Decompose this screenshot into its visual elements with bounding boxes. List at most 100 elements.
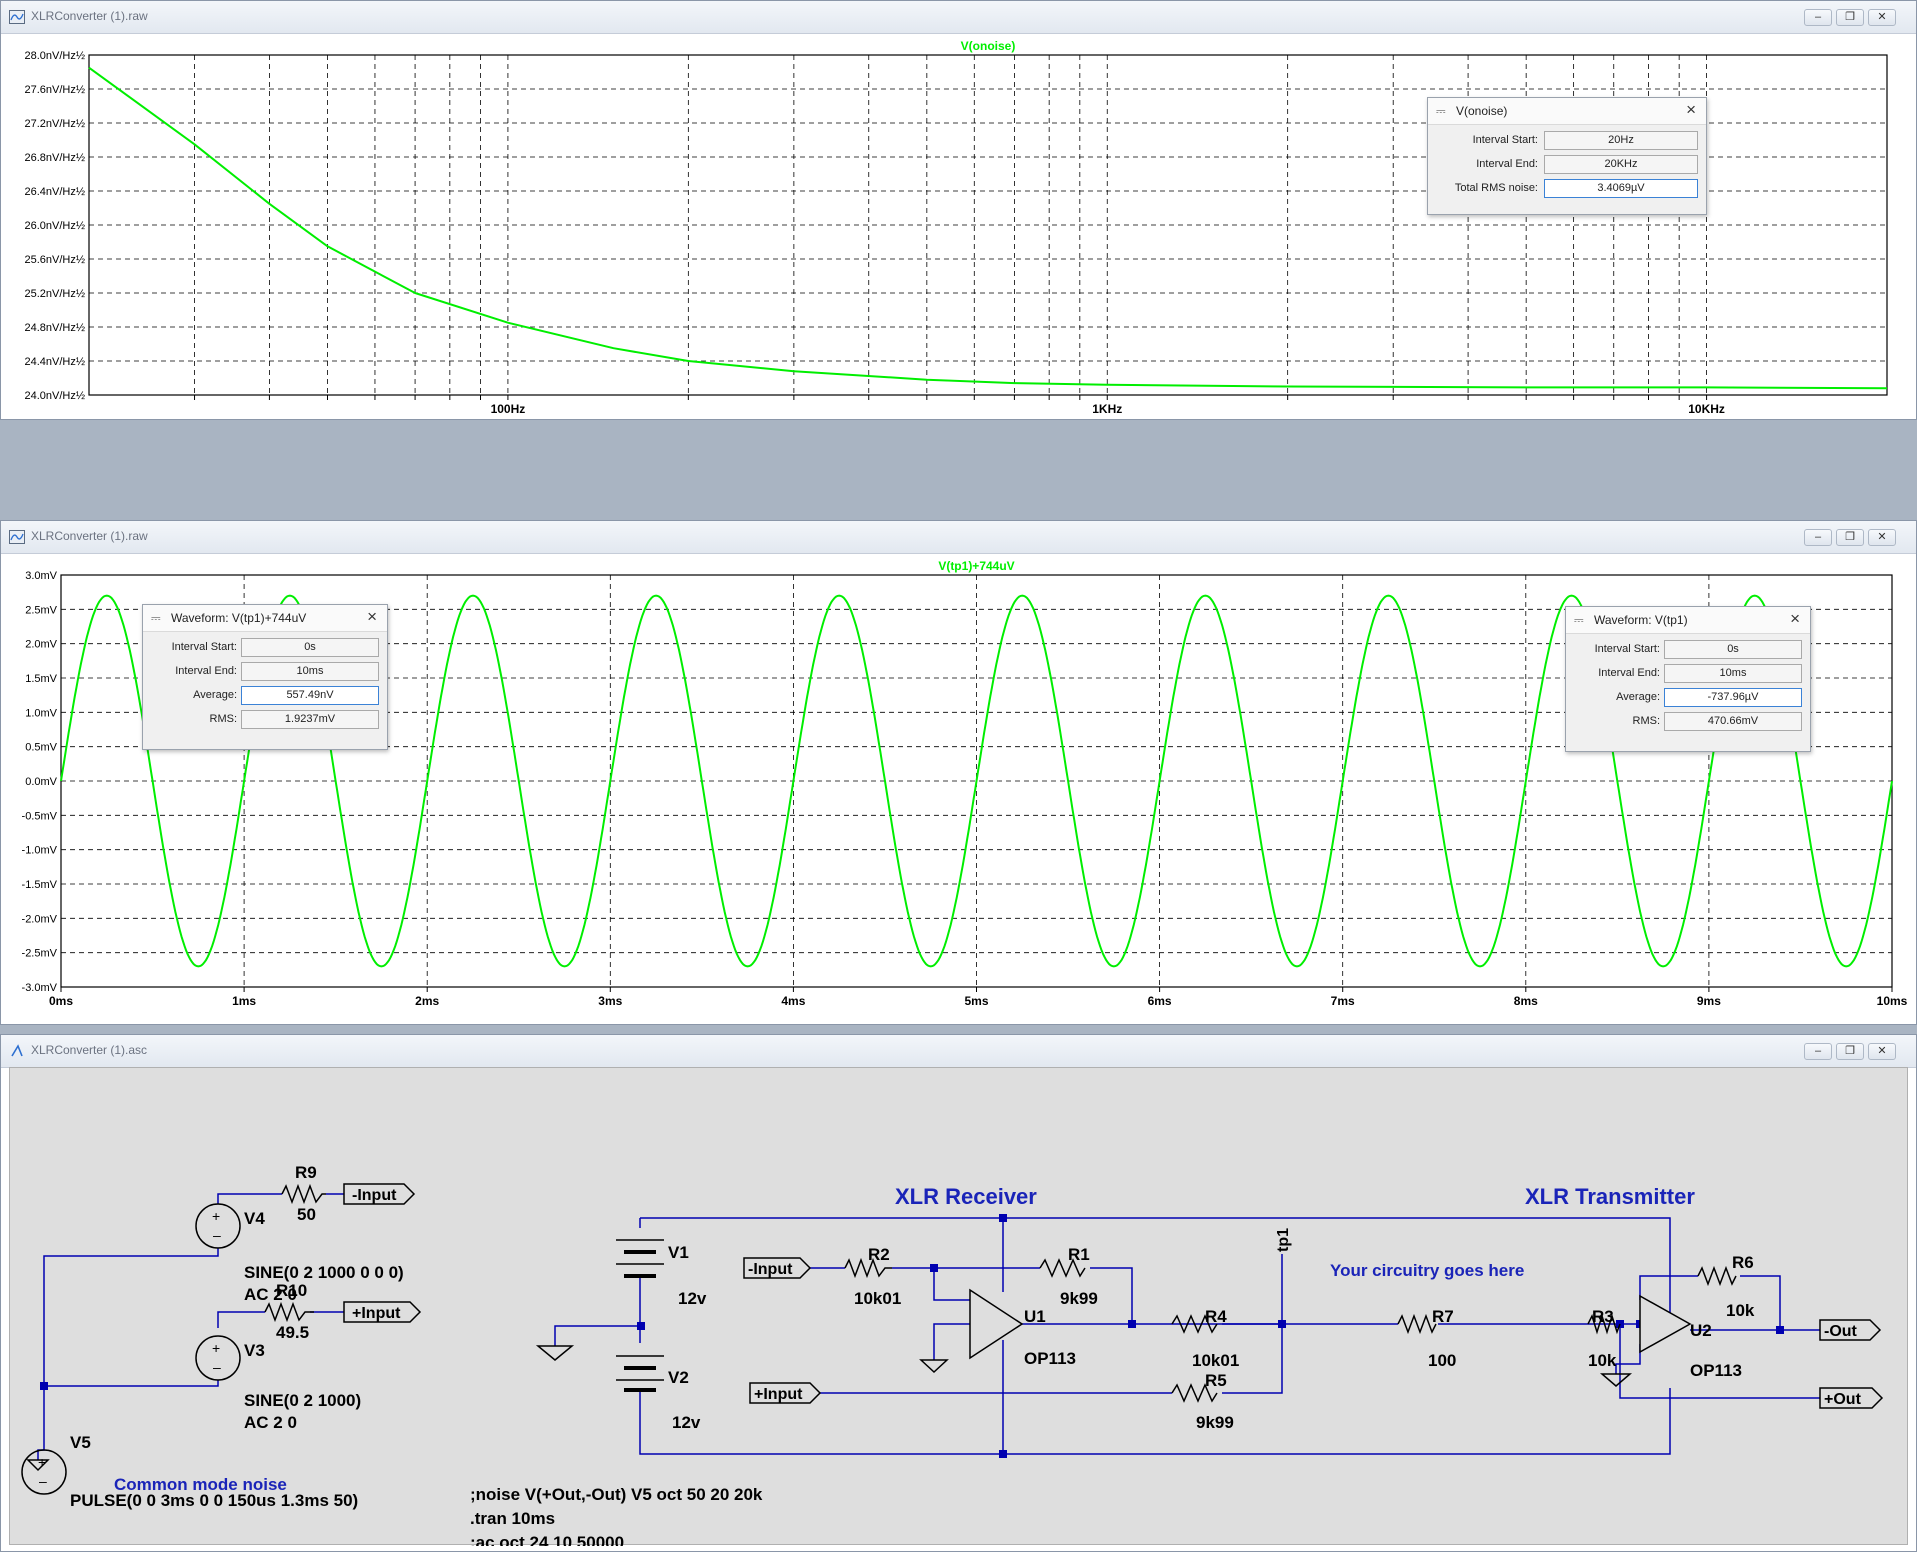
- rms-field[interactable]: 1.9237mV: [241, 710, 379, 729]
- interval-end-field[interactable]: 10ms: [1664, 664, 1802, 683]
- r7-value: 100: [1428, 1351, 1456, 1370]
- row-label: Interval Start:: [1594, 643, 1660, 655]
- noise-plot-area[interactable]: 28.0nV/Hz½ 27.6nV/Hz½ 27.2nV/Hz½ 26.8nV/Hz½…: [9, 33, 1909, 417]
- plus-input-label: +Input: [754, 1386, 803, 1403]
- r5-ref: R5: [1205, 1371, 1227, 1390]
- dialog-title: V(onoise): [1456, 104, 1508, 118]
- total-rms-noise-field[interactable]: 3.4069µV: [1544, 179, 1698, 198]
- row-label: Interval End:: [1598, 667, 1660, 679]
- row-label: Total RMS noise:: [1454, 182, 1538, 194]
- schematic-headings: XLR Receiver XLR Transmitter Your circui…: [114, 1184, 1695, 1494]
- restore-button[interactable]: ❐: [1836, 9, 1864, 26]
- dialog-title: Waveform: V(tp1)+744uV: [171, 611, 307, 625]
- interval-end-field[interactable]: 20KHz: [1544, 155, 1698, 174]
- minimize-button[interactable]: –: [1804, 1043, 1832, 1060]
- dialog-header[interactable]: ⎓ Waveform: V(tp1) ×: [1566, 607, 1810, 634]
- component-labels: R9 50 V4 SINE(0 2 1000 0 0 0) AC 2 0 R10…: [70, 1163, 1862, 1510]
- plus-out-label: +Out: [1824, 1391, 1862, 1408]
- xlr-receiver-heading: XLR Receiver: [895, 1184, 1037, 1209]
- y-tick-label: 3.0mV: [25, 570, 57, 582]
- interval-start-field[interactable]: 0s: [1664, 640, 1802, 659]
- y-tick-label: 1.0mV: [25, 707, 57, 719]
- schematic-window-titlebar[interactable]: XLRConverter (1).asc – ❐ ✕: [1, 1035, 1916, 1068]
- tp1-label: tp1: [1275, 1228, 1292, 1252]
- y-tick-label: -3.0mV: [22, 982, 58, 994]
- y-tick-label: -1.5mV: [22, 879, 58, 891]
- average-field[interactable]: -737.96µV: [1664, 688, 1802, 707]
- svg-text:–: –: [213, 1359, 221, 1375]
- close-button[interactable]: ✕: [1868, 529, 1896, 546]
- dialog-row-interval-start: Interval Start: 0s: [143, 636, 387, 660]
- r2-ref: R2: [868, 1245, 890, 1264]
- minus-input-label: -Input: [352, 1187, 397, 1204]
- minimize-button[interactable]: –: [1804, 529, 1832, 546]
- y-tick-label: 26.0nV/Hz½: [24, 220, 85, 232]
- close-icon[interactable]: ×: [1686, 100, 1696, 120]
- dialog-header[interactable]: ⎓ Waveform: V(tp1)+744uV ×: [143, 605, 387, 632]
- y-tick-label: -2.0mV: [22, 913, 58, 925]
- noise-plot[interactable]: 28.0nV/Hz½ 27.6nV/Hz½ 27.2nV/Hz½ 26.8nV/Hz½…: [9, 33, 1909, 417]
- v1-value: 12v: [678, 1289, 707, 1308]
- dialog-row-rms: RMS: 1.9237mV: [143, 708, 387, 732]
- restore-button[interactable]: ❐: [1836, 1043, 1864, 1060]
- trace-name: V(tp1)+744uV: [938, 559, 1014, 573]
- schematic-window-icon: [11, 1044, 23, 1057]
- waveform-dialog-right: ⎓ Waveform: V(tp1) × Interval Start: 0s I…: [1565, 606, 1811, 752]
- x-tick-label: 5ms: [964, 994, 988, 1008]
- window-title: XLRConverter (1).raw: [31, 9, 148, 23]
- r9-value: 50: [297, 1205, 316, 1224]
- r1-ref: R1: [1068, 1245, 1090, 1264]
- close-button[interactable]: ✕: [1868, 9, 1896, 26]
- y-tick-label: 0.5mV: [25, 742, 57, 754]
- y-tick-label: 24.0nV/Hz½: [24, 390, 85, 402]
- svg-text:–: –: [39, 1473, 47, 1489]
- noise-window-titlebar[interactable]: XLRConverter (1).raw – ❐ ✕: [1, 1, 1916, 34]
- v1-ref: V1: [668, 1243, 689, 1262]
- r5-value: 9k99: [1196, 1413, 1234, 1432]
- r10-ref: R10: [276, 1281, 307, 1300]
- r10-value: 49.5: [276, 1323, 309, 1342]
- y-tick-label: 27.6nV/Hz½: [24, 84, 85, 96]
- minus-input-label: -Input: [748, 1261, 793, 1278]
- dialog-row-interval-end: Interval End: 10ms: [1566, 662, 1810, 686]
- interval-end-field[interactable]: 10ms: [241, 662, 379, 681]
- v2-ref: V2: [668, 1368, 689, 1387]
- y-tick-label: -0.5mV: [22, 810, 58, 822]
- svg-text:+: +: [212, 1340, 220, 1356]
- waveform-dialog-offset-left: ⎓ Waveform: V(tp1)+744uV × Interval Star…: [142, 604, 388, 750]
- x-tick-label: 6ms: [1148, 994, 1172, 1008]
- transient-window-titlebar[interactable]: XLRConverter (1).raw – ❐ ✕: [1, 521, 1916, 554]
- xlr-transmitter-heading: XLR Transmitter: [1525, 1184, 1695, 1209]
- interval-start-field[interactable]: 0s: [241, 638, 379, 657]
- close-icon[interactable]: ×: [1790, 609, 1800, 629]
- minimize-button[interactable]: –: [1804, 9, 1832, 26]
- rms-field[interactable]: 470.66mV: [1664, 712, 1802, 731]
- placeholder-note: Your circuitry goes here: [1330, 1261, 1524, 1280]
- schematic-drawing[interactable]: +– +– +– R9 50 V4 SINE(0 2 1000 0 0 0) A…: [10, 1068, 1909, 1546]
- y-tick-label: 25.2nV/Hz½: [24, 288, 85, 300]
- close-icon[interactable]: ×: [367, 607, 377, 627]
- y-tick-label: -2.5mV: [22, 948, 58, 960]
- x-tick-label: 10KHz: [1688, 402, 1725, 416]
- v4-ref: V4: [244, 1209, 265, 1228]
- interval-start-field[interactable]: 20Hz: [1544, 131, 1698, 150]
- y-tick-label: 2.5mV: [25, 604, 57, 616]
- x-tick-label: 4ms: [781, 994, 805, 1008]
- minus-out-label: -Out: [1824, 1323, 1858, 1340]
- r9-ref: R9: [295, 1163, 317, 1182]
- dialog-header[interactable]: ⎓ V(onoise) ×: [1428, 98, 1706, 125]
- average-field[interactable]: 557.49nV: [241, 686, 379, 705]
- restore-button[interactable]: ❐: [1836, 529, 1864, 546]
- directive-ac: ;ac oct 24 10 50000: [470, 1533, 624, 1546]
- row-label: Interval Start:: [171, 641, 237, 653]
- dialog-row-interval-end: Interval End: 20KHz: [1428, 153, 1706, 177]
- waveform-dialog-icon: ⎓: [1436, 104, 1446, 118]
- x-tick-label: 9ms: [1697, 994, 1721, 1008]
- r1-value: 9k99: [1060, 1289, 1098, 1308]
- y-tick-label: 26.4nV/Hz½: [24, 186, 85, 198]
- x-tick-label: 8ms: [1514, 994, 1538, 1008]
- schematic-canvas[interactable]: + – + – + – R9 50 V4 SINE(0 2 1000 0 0 0…: [9, 1067, 1909, 1546]
- waveform-window-icon: [9, 530, 25, 544]
- close-button[interactable]: ✕: [1868, 1043, 1896, 1060]
- row-label: Interval End:: [175, 665, 237, 677]
